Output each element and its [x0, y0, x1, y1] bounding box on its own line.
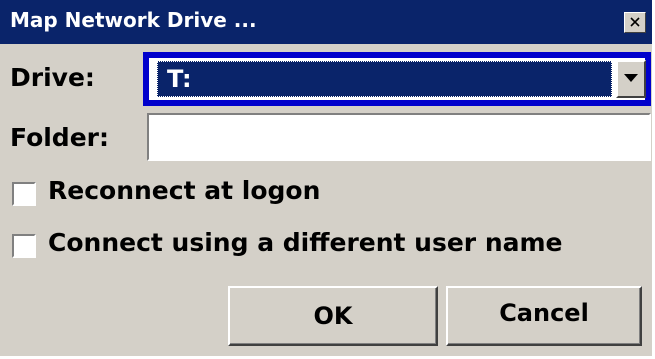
drive-label: Drive:: [10, 63, 95, 92]
drive-select-field: T:: [149, 58, 646, 100]
close-icon: [630, 17, 640, 27]
window-title: Map Network Drive ...: [10, 8, 257, 32]
chevron-down-icon: [624, 74, 638, 82]
reconnect-at-logon-label: Reconnect at logon: [48, 176, 321, 205]
different-user-checkbox[interactable]: [12, 234, 36, 258]
folder-input[interactable]: [147, 113, 651, 161]
drive-dropdown-button[interactable]: [616, 60, 646, 98]
drive-selected-value: T:: [157, 61, 612, 97]
drive-value-text: T:: [167, 65, 192, 93]
cancel-button[interactable]: Cancel: [446, 286, 642, 346]
ok-button[interactable]: OK: [228, 286, 438, 346]
different-user-label: Connect using a different user name: [48, 228, 563, 257]
map-network-drive-dialog: Map Network Drive ... Drive: T: Folder: …: [0, 0, 655, 359]
folder-label: Folder:: [10, 123, 109, 152]
title-bar[interactable]: Map Network Drive ...: [0, 0, 652, 44]
close-button[interactable]: [624, 12, 646, 33]
drive-select[interactable]: T:: [143, 52, 651, 106]
reconnect-at-logon-checkbox[interactable]: [12, 182, 36, 206]
